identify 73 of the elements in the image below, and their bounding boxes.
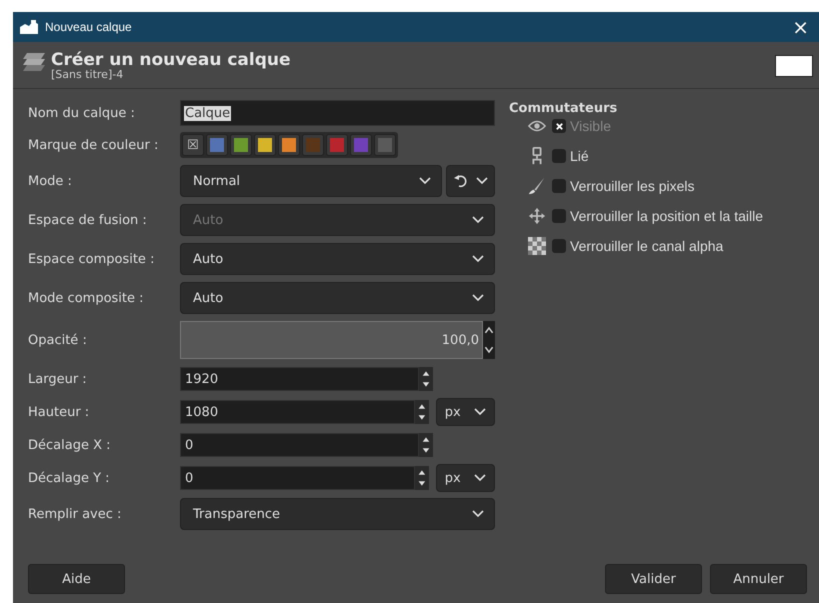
paintbrush-icon — [528, 177, 546, 195]
field-label: Marque de couleur : — [28, 138, 160, 152]
number-field[interactable]: 0 — [180, 466, 415, 490]
chevron-icon — [472, 216, 484, 224]
checkbox[interactable] — [552, 239, 566, 253]
close-button[interactable]: × — [788, 15, 813, 39]
opacity-slider[interactable]: 100,0 — [180, 321, 483, 359]
dialog-heading: Créer un nouveau calque — [51, 50, 292, 70]
field-label: Opacité : — [28, 332, 88, 348]
checkbox[interactable] — [552, 149, 566, 163]
checkbox-label: Lié — [570, 148, 589, 164]
checkbox-label: Visible — [570, 118, 611, 134]
number-field[interactable]: 0 — [180, 433, 419, 457]
checkbox[interactable] — [552, 179, 566, 193]
cancel-button[interactable]: Annuler — [710, 564, 807, 594]
chevron-icon — [476, 177, 488, 185]
unit-dropdown[interactable]: px — [436, 398, 495, 426]
number-field[interactable]: 1080 — [180, 400, 415, 424]
selected-text: Calque — [184, 106, 232, 120]
color-tag[interactable] — [326, 134, 348, 156]
field-label: Espace composite : — [28, 252, 156, 266]
picture-icon — [19, 19, 39, 35]
spin-arrows[interactable] — [483, 321, 495, 359]
move-icon — [528, 207, 546, 225]
color-tag[interactable] — [206, 134, 228, 156]
checkbox-label: Verrouiller les pixels — [570, 178, 694, 194]
checkbox-label: Verrouiller la position et la taille — [570, 208, 763, 224]
field-label: Mode : — [28, 174, 73, 188]
mode-menu-button[interactable] — [446, 165, 495, 197]
dropdown[interactable]: Normal — [180, 165, 442, 197]
chevron-icon — [419, 177, 431, 185]
chevron-icon — [474, 408, 486, 416]
image-name: [Sans titre]-4 — [51, 69, 124, 82]
ok-button[interactable]: Valider — [605, 564, 702, 594]
field-label: Nom du calque : — [28, 106, 136, 120]
color-tag[interactable] — [278, 134, 300, 156]
field-label: Largeur : — [28, 372, 88, 386]
dropdown[interactable]: Auto — [180, 243, 495, 275]
field-label: Décalage X : — [28, 438, 112, 452]
field-label: Remplir avec : — [28, 506, 122, 522]
color-tag[interactable] — [302, 134, 324, 156]
section-heading: Commutateurs — [509, 101, 618, 116]
chevron-icon — [472, 294, 484, 302]
chevron-icon — [472, 255, 484, 263]
help-button[interactable]: Aide — [28, 564, 125, 594]
field-label: Espace de fusion : — [28, 212, 148, 228]
reset-icon — [453, 174, 467, 188]
spin-arrows[interactable] — [414, 466, 429, 490]
checkbox[interactable] — [552, 209, 566, 223]
dropdown[interactable]: Auto — [180, 282, 495, 314]
unit-dropdown[interactable]: px — [436, 464, 495, 492]
chevron-icon — [474, 474, 486, 482]
color-tag[interactable] — [254, 134, 276, 156]
color-tag[interactable] — [230, 134, 252, 156]
field-label: Décalage Y : — [28, 470, 111, 486]
checkerboard-icon — [528, 237, 546, 255]
name-field[interactable]: Calque — [180, 100, 495, 126]
opacity-value: 100,0 — [442, 332, 479, 348]
field-label: Hauteur : — [28, 404, 90, 420]
color-tag[interactable] — [350, 134, 372, 156]
window-title: Nouveau calque — [45, 20, 133, 34]
dropdown[interactable]: Transparence — [180, 498, 495, 530]
color-tag[interactable] — [374, 134, 396, 156]
checkbox-label: Verrouiller le canal alpha — [570, 238, 724, 254]
layer-preview — [775, 55, 813, 77]
field-label: Mode composite : — [28, 290, 145, 306]
cross-icon — [554, 122, 564, 130]
no-color-tag[interactable]: ☒ — [182, 134, 204, 156]
number-field[interactable]: 1920 — [180, 367, 419, 391]
spin-arrows[interactable] — [419, 433, 433, 457]
spin-arrows[interactable] — [419, 367, 433, 391]
chevron-icon — [472, 510, 484, 518]
spin-arrows[interactable] — [414, 400, 429, 424]
